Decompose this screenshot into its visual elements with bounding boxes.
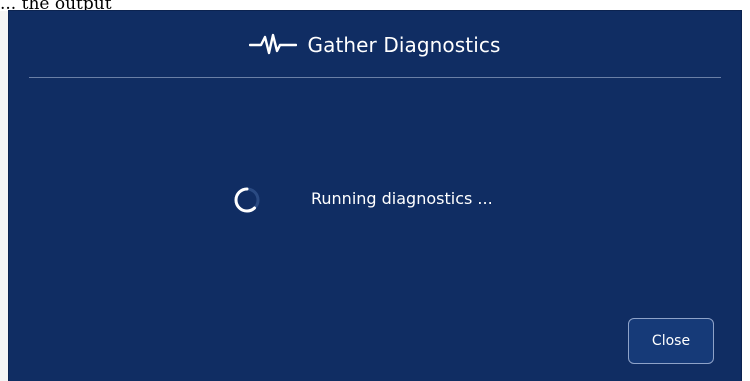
close-button[interactable]: Close	[628, 318, 714, 364]
status-text: Running diagnostics ...	[311, 189, 493, 208]
background-window-edge	[0, 11, 9, 381]
pulse-icon	[249, 33, 298, 57]
dialog-header: Gather Diagnostics	[9, 11, 741, 79]
gather-diagnostics-dialog: Gather Diagnostics Running diagnostics .…	[9, 11, 741, 381]
loading-spinner-icon	[232, 185, 262, 215]
status-row: Running diagnostics ...	[9, 181, 741, 221]
dialog-title: Gather Diagnostics	[307, 33, 501, 57]
header-divider	[29, 77, 721, 78]
